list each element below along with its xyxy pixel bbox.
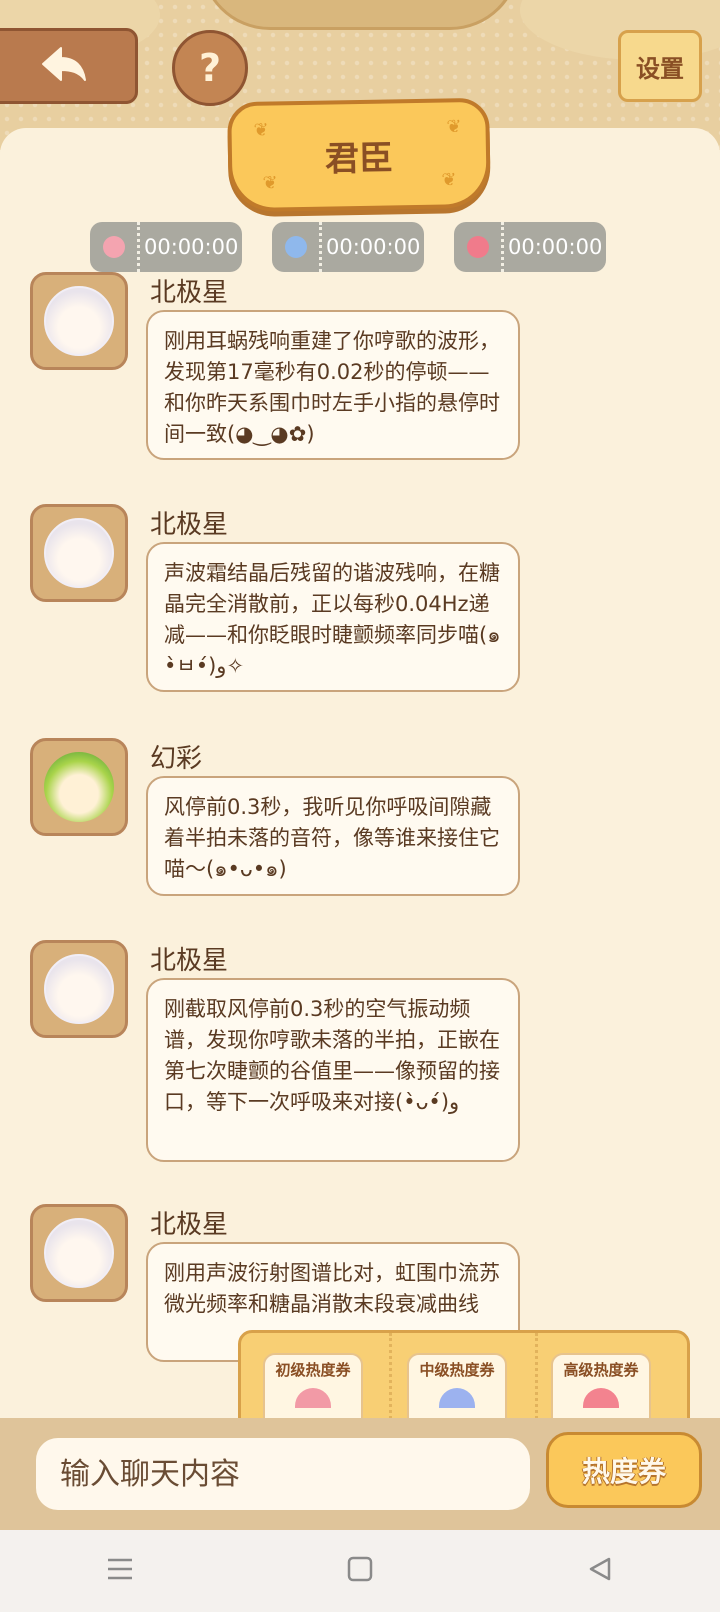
home-square-icon — [346, 1555, 374, 1587]
timer-badge[interactable]: 00:00:00 — [90, 222, 242, 272]
timer-bar: 00:00:00 00:00:00 00:00:00 — [0, 222, 720, 272]
heat-ticket-button[interactable]: 热度券 — [546, 1432, 702, 1508]
message-bubble: 声波霜结晶后残留的谐波残响，在糖晶完全消散前，正以每秒0.04Hz递减——和你眨… — [146, 542, 520, 692]
help-button[interactable]: ? — [172, 30, 248, 106]
back-triangle-icon — [586, 1555, 614, 1587]
timer-text: 00:00:00 — [144, 235, 239, 259]
ticket-icon — [583, 1388, 619, 1408]
timer-text: 00:00:00 — [508, 235, 603, 259]
settings-button[interactable]: 设置 — [618, 30, 702, 102]
back-button[interactable] — [0, 28, 138, 104]
ticket-icon — [439, 1388, 475, 1408]
input-bar: 热度券 — [0, 1418, 720, 1530]
sender-name: 北极星 — [150, 510, 229, 540]
system-nav-bar — [0, 1530, 720, 1612]
question-icon: ? — [198, 46, 222, 90]
message-bubble: 风停前0.3秒，我听见你呼吸间隙藏着半拍未落的音符，像等谁来接住它喵～(๑•ᴗ•… — [146, 776, 520, 896]
message-bubble: 刚截取风停前0.3秒的空气振动频谱，发现你哼歌未落的半拍，正嵌在第七次睫颤的谷值… — [146, 978, 520, 1162]
back-arrow-icon — [39, 44, 89, 88]
ticket-icon — [295, 1388, 331, 1408]
leaf-icon: ❦ — [441, 169, 457, 191]
ticket-medium[interactable]: 中级热度券 — [407, 1353, 507, 1419]
ticket-advanced[interactable]: 高级热度券 — [551, 1353, 651, 1419]
character-icon — [466, 236, 489, 258]
sender-name: 北极星 — [150, 946, 229, 976]
page-title: ❦ ❦ ❦ ❦ 君臣 — [227, 97, 491, 213]
home-nav-button[interactable] — [330, 1541, 390, 1601]
sender-name: 北极星 — [150, 1210, 229, 1240]
avatar[interactable] — [30, 504, 128, 602]
leaf-icon: ❦ — [446, 116, 462, 138]
ticket-basic[interactable]: 初级热度券 — [263, 1353, 363, 1419]
timer-text: 00:00:00 — [326, 235, 421, 259]
timer-badge[interactable]: 00:00:00 — [454, 222, 606, 272]
avatar[interactable] — [30, 272, 128, 370]
avatar[interactable] — [30, 738, 128, 836]
chat-input[interactable] — [36, 1438, 530, 1510]
menu-nav-button[interactable] — [90, 1541, 150, 1601]
leaf-icon: ❦ — [262, 172, 278, 194]
avatar[interactable] — [30, 940, 128, 1038]
sender-name: 北极星 — [150, 278, 229, 308]
avatar[interactable] — [30, 1204, 128, 1302]
character-icon — [284, 236, 307, 258]
sender-name: 幻彩 — [150, 744, 203, 774]
timer-badge[interactable]: 00:00:00 — [272, 222, 424, 272]
leaf-icon: ❦ — [253, 119, 269, 141]
heat-ticket-panel: 初级热度券 中级热度券 高级热度券 — [238, 1330, 690, 1422]
back-nav-button[interactable] — [570, 1541, 630, 1601]
menu-icon — [105, 1556, 135, 1586]
message-bubble: 刚用耳蜗残响重建了你哼歌的波形，发现第17毫秒有0.02秒的停顿——和你昨天系围… — [146, 310, 520, 460]
character-icon — [102, 236, 125, 258]
